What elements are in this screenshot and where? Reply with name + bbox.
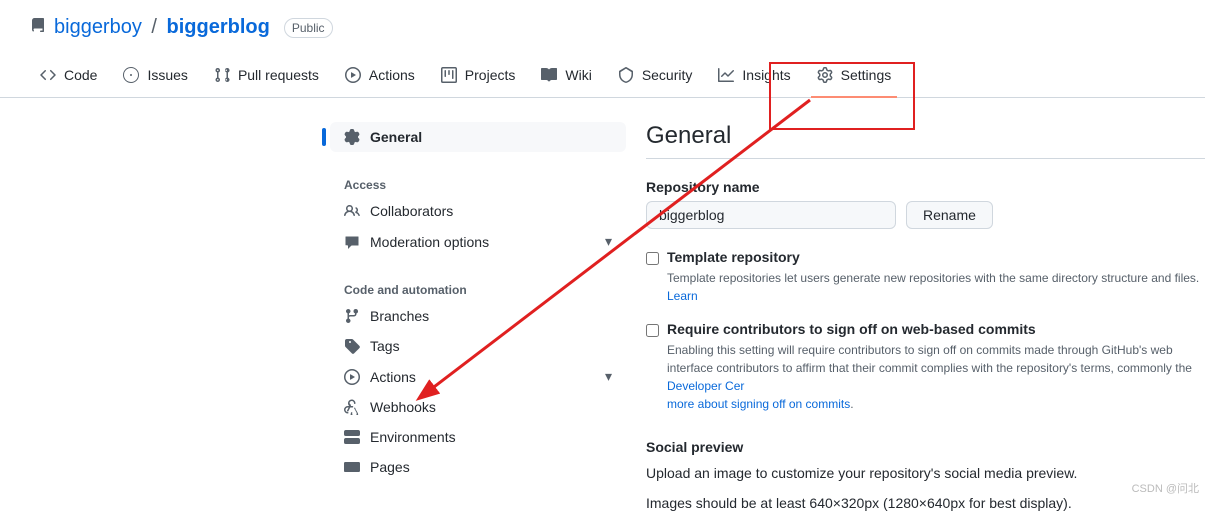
sidebar-item-label: Environments xyxy=(370,429,456,445)
repo-owner-link[interactable]: biggerboy xyxy=(54,16,142,38)
signoff-learn-link[interactable]: more about signing off on commits xyxy=(667,397,850,411)
tab-actions[interactable]: Actions xyxy=(335,59,425,97)
tab-wiki[interactable]: Wiki xyxy=(531,59,601,97)
signoff-desc: Enabling this setting will require contr… xyxy=(667,341,1205,413)
chevron-down-icon: ▾ xyxy=(605,368,612,385)
sidebar-item-branches[interactable]: Branches xyxy=(330,301,626,331)
sidebar-item-label: General xyxy=(370,129,422,145)
social-desc-2: Images should be at least 640×320px (128… xyxy=(646,495,1205,511)
template-label: Template repository xyxy=(667,249,800,265)
path-separator: / xyxy=(151,16,157,38)
sidebar-item-general[interactable]: General xyxy=(330,122,626,152)
tab-settings[interactable]: Settings xyxy=(807,59,902,97)
repo-nav: Code Issues Pull requests Actions Projec… xyxy=(0,39,1205,98)
sidebar-item-label: Moderation options xyxy=(370,234,489,250)
rename-button[interactable]: Rename xyxy=(906,201,993,229)
sidebar-item-actions[interactable]: Actions ▾ xyxy=(330,361,626,392)
settings-sidebar: General Access Collaborators Moderation … xyxy=(330,122,626,525)
signoff-label: Require contributors to sign off on web-… xyxy=(667,321,1036,337)
tab-projects[interactable]: Projects xyxy=(431,59,526,97)
sidebar-item-webhooks[interactable]: Webhooks xyxy=(330,392,626,422)
watermark: CSDN @问北 xyxy=(1132,480,1199,496)
sidebar-header-automation: Code and automation xyxy=(330,275,626,301)
sidebar-item-collaborators[interactable]: Collaborators xyxy=(330,196,626,226)
signoff-checkbox[interactable] xyxy=(646,324,659,337)
template-checkbox[interactable] xyxy=(646,252,659,265)
learn-more-link[interactable]: Learn xyxy=(667,289,698,303)
sidebar-item-moderation[interactable]: Moderation options ▾ xyxy=(330,226,626,257)
sidebar-item-label: Collaborators xyxy=(370,203,453,219)
sidebar-item-environments[interactable]: Environments xyxy=(330,422,626,452)
sidebar-item-label: Tags xyxy=(370,338,400,354)
repo-icon xyxy=(30,18,46,37)
repo-name-label: Repository name xyxy=(646,179,1205,195)
tab-pulls[interactable]: Pull requests xyxy=(204,59,329,97)
sidebar-item-label: Webhooks xyxy=(370,399,436,415)
social-desc-1: Upload an image to customize your reposi… xyxy=(646,465,1205,481)
sidebar-item-pages[interactable]: Pages xyxy=(330,452,626,482)
tab-insights[interactable]: Insights xyxy=(708,59,800,97)
repo-name-input[interactable] xyxy=(646,201,896,229)
repo-name-link[interactable]: biggerblog xyxy=(167,16,270,38)
sidebar-item-label: Branches xyxy=(370,308,429,324)
chevron-down-icon: ▾ xyxy=(605,233,612,250)
tab-code[interactable]: Code xyxy=(30,59,107,97)
tab-issues[interactable]: Issues xyxy=(113,59,197,97)
template-desc: Template repositories let users generate… xyxy=(667,269,1205,305)
sidebar-item-tags[interactable]: Tags xyxy=(330,331,626,361)
visibility-badge: Public xyxy=(284,18,333,38)
page-title: General xyxy=(646,122,1205,159)
sidebar-item-label: Pages xyxy=(370,459,410,475)
sidebar-header-access: Access xyxy=(330,170,626,196)
developer-cert-link[interactable]: Developer Cer xyxy=(667,379,744,393)
tab-security[interactable]: Security xyxy=(608,59,703,97)
sidebar-item-label: Actions xyxy=(370,369,416,385)
social-preview-header: Social preview xyxy=(646,439,1205,455)
